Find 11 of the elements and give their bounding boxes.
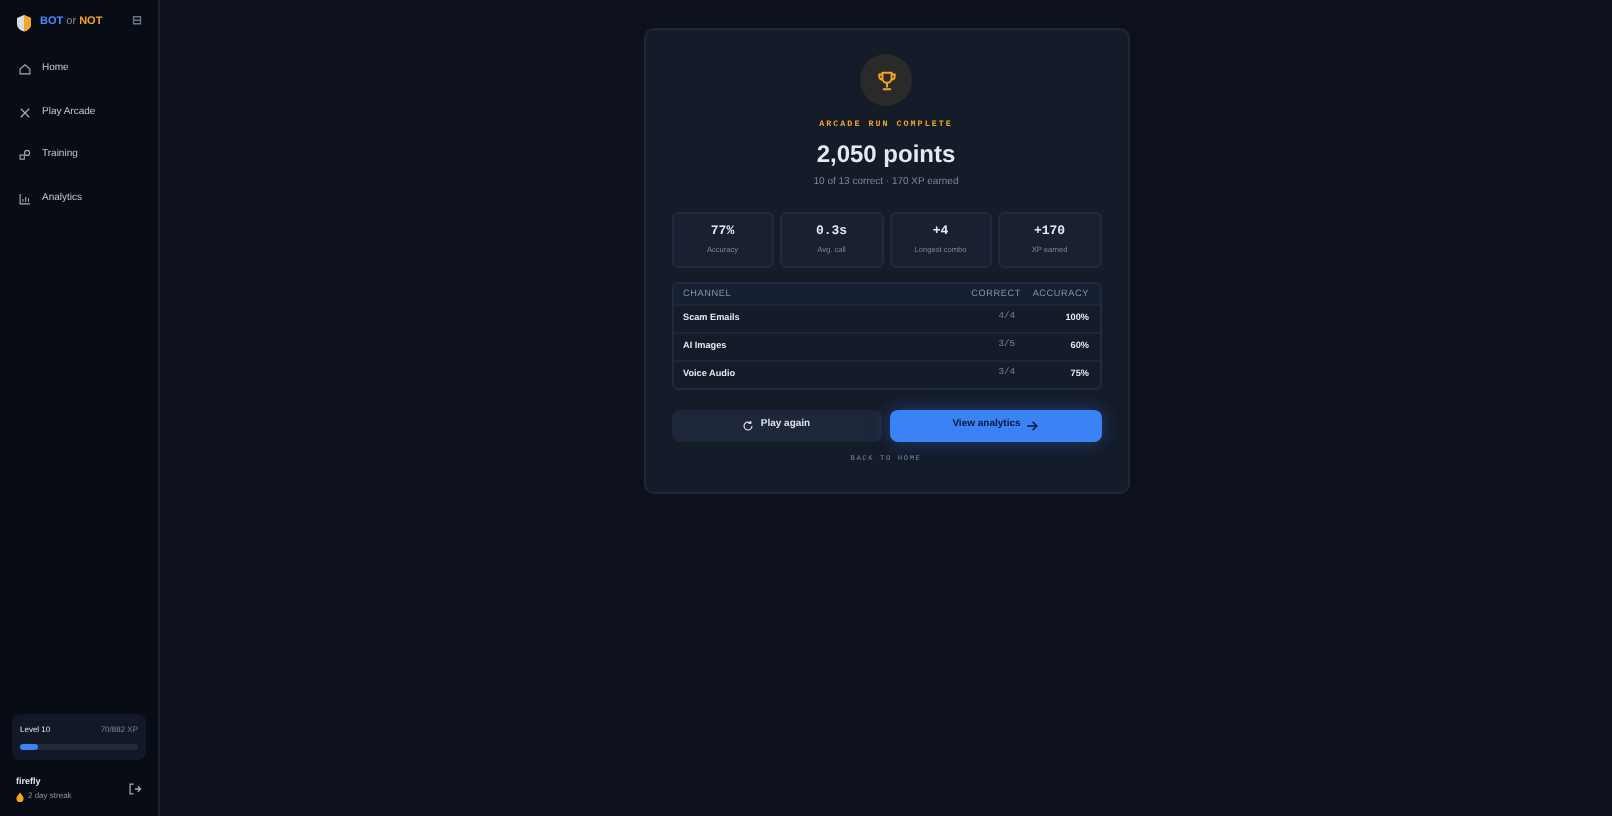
shapes-icon — [18, 148, 32, 163]
refresh-icon — [742, 420, 755, 433]
points-heading: 2,050 points — [816, 138, 956, 173]
logout-icon[interactable] — [128, 782, 142, 797]
trophy-icon — [875, 69, 897, 91]
shield-logo-icon — [16, 14, 32, 32]
cross-icon — [18, 105, 32, 120]
arrow-right-icon — [1026, 420, 1039, 433]
home-icon — [18, 62, 32, 77]
bar-chart-icon — [18, 191, 32, 206]
flame-icon — [16, 791, 24, 801]
